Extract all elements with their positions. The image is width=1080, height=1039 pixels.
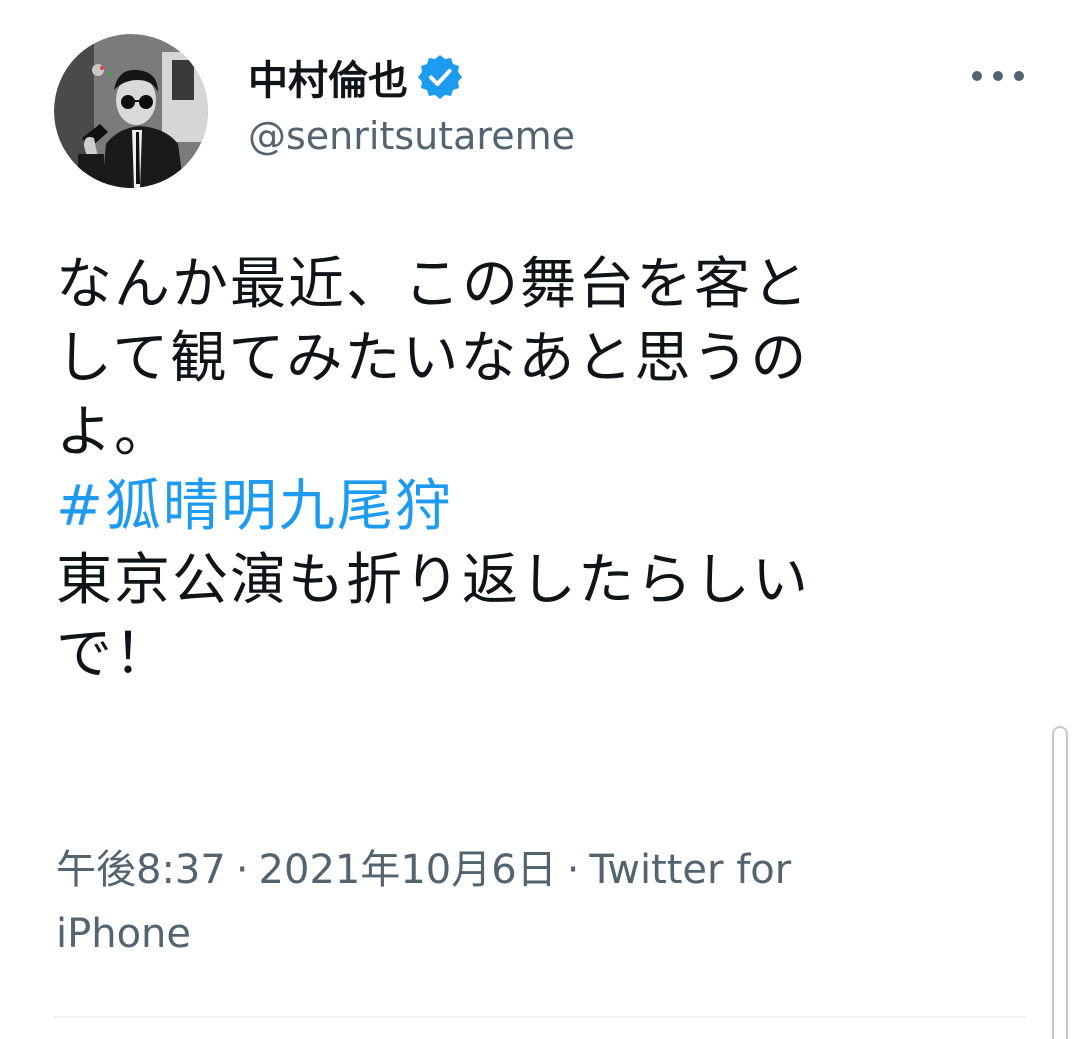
user-name-row[interactable]: 中村倫也 xyxy=(248,50,464,104)
more-horizontal-icon xyxy=(972,71,1024,81)
tweet-date[interactable]: 2021年10月6日 xyxy=(259,847,557,893)
profile-photo-icon xyxy=(54,34,208,188)
tweet-text-line: して観てみたいなあと思うの xyxy=(56,326,809,391)
meta-separator: · xyxy=(566,847,580,893)
tweet-source-continued[interactable]: iPhone xyxy=(56,911,191,957)
tweet-metadata: 午後8:37 · 2021年10月6日 · Twitter for iPhone xyxy=(56,838,956,966)
avatar[interactable] xyxy=(54,34,208,188)
meta-separator: · xyxy=(235,847,249,893)
tweet-text-line: よ。 xyxy=(56,400,172,465)
user-handle[interactable]: @senritsutareme xyxy=(248,114,575,158)
tweet-time[interactable]: 午後8:37 xyxy=(56,847,226,893)
hashtag-link[interactable]: #狐晴明九尾狩 xyxy=(56,470,1036,544)
tweet-source[interactable]: Twitter for xyxy=(589,847,791,893)
display-name: 中村倫也 xyxy=(248,58,408,104)
scrollbar[interactable] xyxy=(1052,726,1068,1039)
tweet-text-line: で！ xyxy=(56,622,172,687)
more-options-button[interactable] xyxy=(964,56,1032,96)
tweet-text: なんか最近、この舞台を客と して観てみたいなあと思うの よ。 #狐晴明九尾狩 東… xyxy=(56,248,1036,692)
verified-badge-icon xyxy=(416,53,464,101)
tweet-detail: 中村倫也 @senritsutareme なんか最近、この舞台を客と して観てみ… xyxy=(0,0,1080,1039)
tweet-text-line: なんか最近、この舞台を客と xyxy=(56,252,810,317)
tweet-text-line: 東京公演も折り返したらしい xyxy=(56,548,810,613)
divider xyxy=(54,1016,1026,1018)
